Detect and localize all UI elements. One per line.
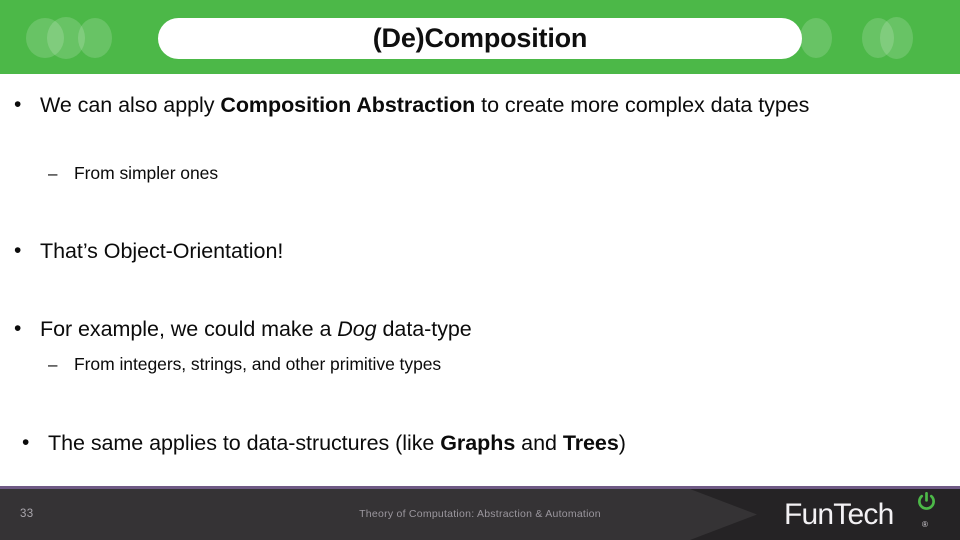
- bullet-item: • That’s Object-Orientation!: [14, 235, 948, 267]
- bullet-marker: •: [14, 239, 22, 262]
- text-run: data-type: [376, 317, 472, 341]
- title-pill: (De)Composition: [158, 18, 802, 59]
- text-run: We can also apply: [40, 93, 221, 117]
- text-run: and: [515, 431, 563, 455]
- decorative-circle-icon: [800, 18, 832, 58]
- page-title: (De)Composition: [372, 23, 588, 53]
- sub-bullet-item: – From integers, strings, and other prim…: [48, 352, 938, 377]
- bullet-text: From integers, strings, and other primit…: [74, 354, 442, 374]
- bullet-text: For example, we could make a Dog data-ty…: [40, 313, 948, 345]
- power-icon: [917, 491, 936, 511]
- bullet-text: From simpler ones: [74, 163, 219, 183]
- text-run: For example, we could make a: [40, 317, 338, 341]
- bullet-item: • We can also apply Composition Abstract…: [14, 89, 948, 121]
- text-run: The same applies to data-structures (lik…: [48, 431, 441, 455]
- text-run-bold: Graphs: [440, 431, 516, 455]
- bullet-text: We can also apply Composition Abstractio…: [40, 89, 948, 121]
- bullet-marker: •: [22, 431, 30, 454]
- text-run-bold: Trees: [562, 431, 619, 455]
- bullet-text: That’s Object-Orientation!: [40, 239, 284, 263]
- text-run-italic: Dog: [337, 317, 377, 341]
- logo-wordmark: FunTech: [784, 498, 894, 531]
- text-run: to create more complex data types: [475, 93, 810, 117]
- bullet-item: • The same applies to data-structures (l…: [22, 427, 948, 459]
- slide-body: • We can also apply Composition Abstract…: [0, 74, 960, 486]
- text-run: ): [618, 431, 626, 455]
- decorative-circle-icon: [78, 18, 112, 58]
- slide-header-banner: (De)Composition: [0, 0, 960, 74]
- footer-accent-rule: [0, 486, 960, 489]
- text-run-bold: Composition Abstraction: [220, 93, 476, 117]
- bullet-marker: •: [14, 317, 22, 340]
- bullet-marker: –: [48, 355, 58, 374]
- sub-bullet-item: – From simpler ones: [48, 161, 938, 186]
- funtech-logo: FunTech ®: [784, 491, 949, 538]
- bullet-item: • For example, we could make a Dog data-…: [14, 313, 948, 345]
- decorative-circle-icon: [880, 17, 913, 59]
- registered-trademark-icon: ®: [922, 520, 928, 529]
- presentation-slide: (De)Composition • We can also apply Comp…: [0, 0, 960, 540]
- bullet-marker: •: [14, 93, 22, 116]
- bullet-marker: –: [48, 164, 58, 183]
- bullet-text: The same applies to data-structures (lik…: [48, 427, 948, 459]
